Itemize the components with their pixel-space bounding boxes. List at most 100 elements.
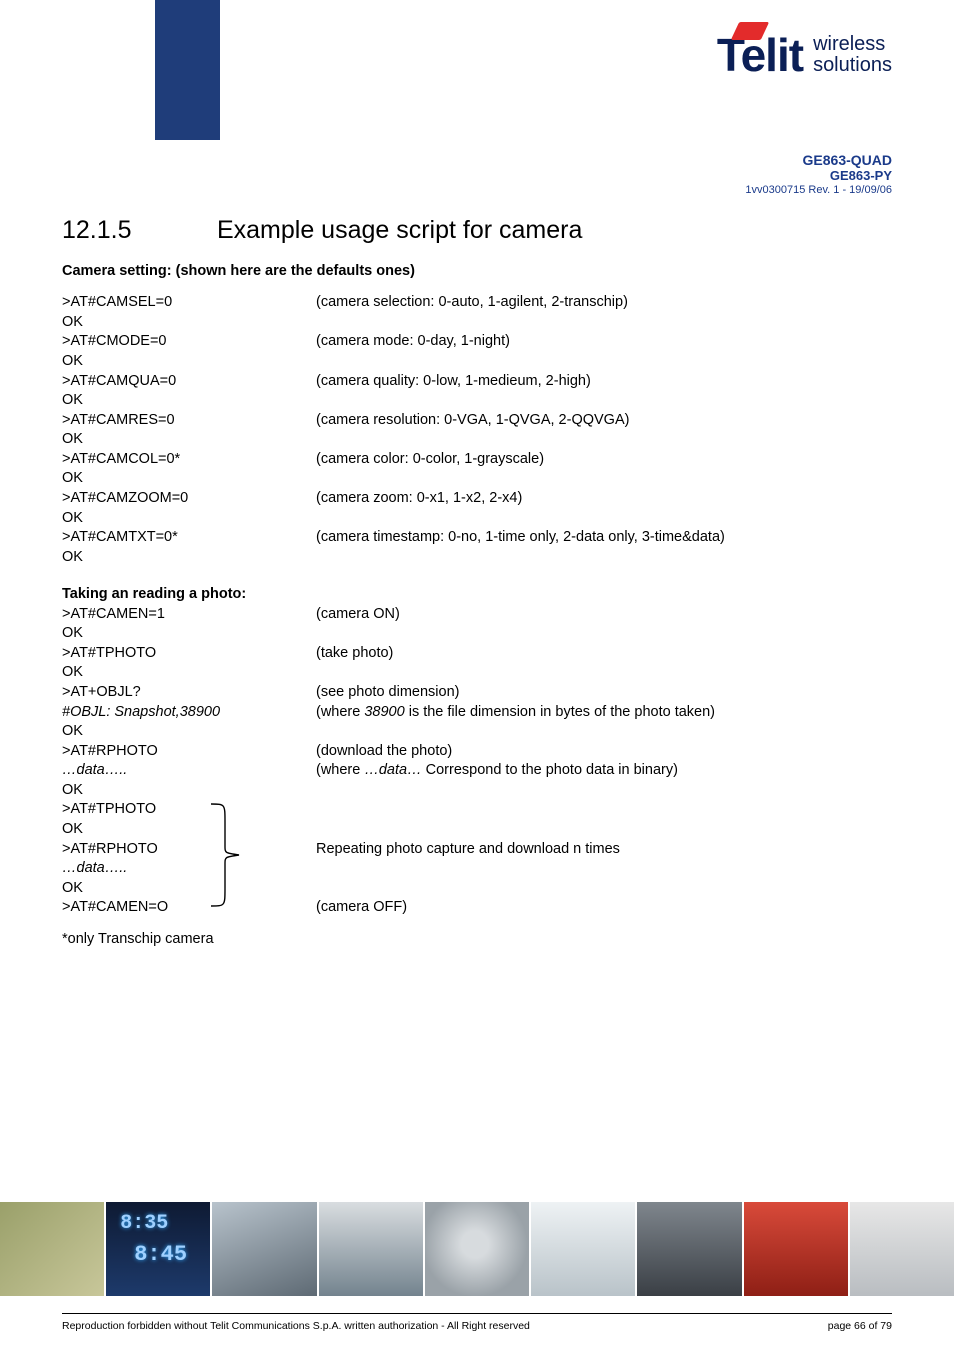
footer-thumb (317, 1202, 423, 1296)
curly-brace-icon (207, 802, 243, 908)
desc: (camera selection: 0-auto, 1-agilent, 2-… (316, 293, 892, 313)
taking-row: >AT#CAMEN=O (camera OFF) (62, 898, 892, 918)
ok: OK (62, 391, 892, 411)
resp-val: data (77, 762, 105, 778)
desc-pre: (where (316, 704, 364, 720)
footer-thumb (635, 1202, 741, 1296)
logo-brand: Telit (717, 28, 803, 82)
footer-thumb (529, 1202, 635, 1296)
resp-pre: … (62, 762, 77, 778)
desc: (camera mode: 0-day, 1-night) (316, 332, 892, 352)
cmd: >AT#CAMQUA=0 (62, 372, 316, 392)
cmd: >AT#CAMZOOM=0 (62, 489, 316, 509)
cmd: >AT#TPHOTO (62, 644, 316, 664)
desc-val: …data… (364, 762, 421, 778)
doc-meta: GE863-QUAD GE863-PY 1vv0300715 Rev. 1 - … (0, 152, 954, 196)
setting-row: >AT#CMODE=0 (camera mode: 0-day, 1-night… (62, 332, 892, 352)
logo: Telit wireless solutions (717, 28, 892, 82)
cmd: >AT#CAMSEL=0 (62, 293, 316, 313)
ok: OK (62, 548, 892, 568)
resp-pre: … (62, 860, 77, 876)
setting-row: >AT#CAMTXT=0* (camera timestamp: 0-no, 1… (62, 528, 892, 548)
meta-revision: 1vv0300715 Rev. 1 - 19/09/06 (0, 184, 892, 196)
cmd: >AT#TPHOTO (62, 800, 316, 820)
cmd: >AT#CMODE=0 (62, 332, 316, 352)
cmd-response: …data….. (62, 761, 316, 781)
cmd: >AT#CAMRES=0 (62, 411, 316, 431)
repeat-block: >AT#TPHOTO OK >AT#RPHOTO Repeating photo… (62, 800, 892, 917)
footer-thumb (742, 1202, 848, 1296)
desc-val: 38900 (364, 704, 404, 720)
ok: OK (62, 879, 892, 899)
desc-pre: (where (316, 762, 364, 778)
desc-post: is the file dimension in bytes of the ph… (405, 704, 715, 720)
desc: (camera ON) (316, 605, 892, 625)
setting-row: >AT#CAMSEL=0 (camera selection: 0-auto, … (62, 293, 892, 313)
desc: (camera OFF) (316, 898, 892, 918)
cmd: >AT#CAMTXT=0* (62, 528, 316, 548)
resp-val: 38900 (180, 704, 220, 720)
desc: (camera quality: 0-low, 1-medieum, 2-hig… (316, 372, 892, 392)
footer: Reproduction forbidden without Telit Com… (62, 1320, 892, 1332)
footer-rule (62, 1313, 892, 1314)
ok: OK (62, 509, 892, 529)
resp-post: ….. (105, 762, 128, 778)
ok: OK (62, 722, 892, 742)
setting-row: >AT#CAMCOL=0* (camera color: 0-color, 1-… (62, 450, 892, 470)
section-title-text: Example usage script for camera (217, 216, 582, 244)
desc: (where 38900 is the file dimension in by… (316, 703, 892, 723)
footer-image-strip (0, 1202, 954, 1296)
setting-row: >AT#CAMZOOM=0 (camera zoom: 0-x1, 1-x2, … (62, 489, 892, 509)
desc: (download the photo) (316, 742, 892, 762)
desc-post: Correspond to the photo data in binary) (422, 762, 678, 778)
desc: Repeating photo capture and download n t… (316, 840, 892, 860)
desc: (camera color: 0-color, 1-grayscale) (316, 450, 892, 470)
resp-post: ….. (105, 860, 128, 876)
cmd: >AT#CAMEN=1 (62, 605, 316, 625)
taking-row: >AT#CAMEN=1 (camera ON) (62, 605, 892, 625)
header-blue-column (155, 0, 220, 140)
setting-row: >AT#CAMQUA=0 (camera quality: 0-low, 1-m… (62, 372, 892, 392)
ok: OK (62, 820, 892, 840)
logo-sub-line2: solutions (813, 55, 892, 76)
ok: OK (62, 781, 892, 801)
taking-row: >AT#RPHOTO Repeating photo capture and d… (62, 840, 892, 860)
ok: OK (62, 624, 892, 644)
desc: (see photo dimension) (316, 683, 892, 703)
cmd: >AT#RPHOTO (62, 840, 316, 860)
header: Telit wireless solutions (0, 0, 954, 140)
cmd-response: #OBJL: Snapshot,38900 (62, 703, 316, 723)
ok: OK (62, 352, 892, 372)
section-number: 12.1.5 (62, 214, 210, 248)
footer-thumb (210, 1202, 316, 1296)
desc: (take photo) (316, 644, 892, 664)
cmd: >AT#CAMCOL=0* (62, 450, 316, 470)
resp-pre: #OBJL: Snapshot, (62, 704, 180, 720)
content: 12.1.5 Example usage script for camera C… (0, 196, 954, 949)
taking-row: >AT#RPHOTO (download the photo) (62, 742, 892, 762)
cmd-response: …data….. (62, 859, 892, 879)
footer-thumb (423, 1202, 529, 1296)
desc: (camera timestamp: 0-no, 1-time only, 2-… (316, 528, 892, 548)
footer-left: Reproduction forbidden without Telit Com… (62, 1320, 530, 1332)
desc: (camera zoom: 0-x1, 1-x2, 2-x4) (316, 489, 892, 509)
ok: OK (62, 469, 892, 489)
ok: OK (62, 663, 892, 683)
desc: (camera resolution: 0-VGA, 1-QVGA, 2-QQV… (316, 411, 892, 431)
footer-right: page 66 of 79 (828, 1320, 892, 1332)
footnote: *only Transchip camera (62, 930, 892, 950)
ok: OK (62, 313, 892, 333)
taking-row: #OBJL: Snapshot,38900 (where 38900 is th… (62, 703, 892, 723)
cmd: >AT+OBJL? (62, 683, 316, 703)
logo-subtitle: wireless solutions (813, 34, 892, 76)
footer-thumb (104, 1202, 210, 1296)
footer-thumb (848, 1202, 954, 1296)
taking-row: >AT+OBJL? (see photo dimension) (62, 683, 892, 703)
section-heading: 12.1.5 Example usage script for camera (62, 214, 892, 248)
camera-settings-heading: Camera setting: (shown here are the defa… (62, 262, 892, 282)
setting-row: >AT#CAMRES=0 (camera resolution: 0-VGA, … (62, 411, 892, 431)
cmd: >AT#RPHOTO (62, 742, 316, 762)
logo-sub-line1: wireless (813, 34, 892, 55)
taking-row: …data….. (where …data… Correspond to the… (62, 761, 892, 781)
taking-row: >AT#TPHOTO (62, 800, 892, 820)
